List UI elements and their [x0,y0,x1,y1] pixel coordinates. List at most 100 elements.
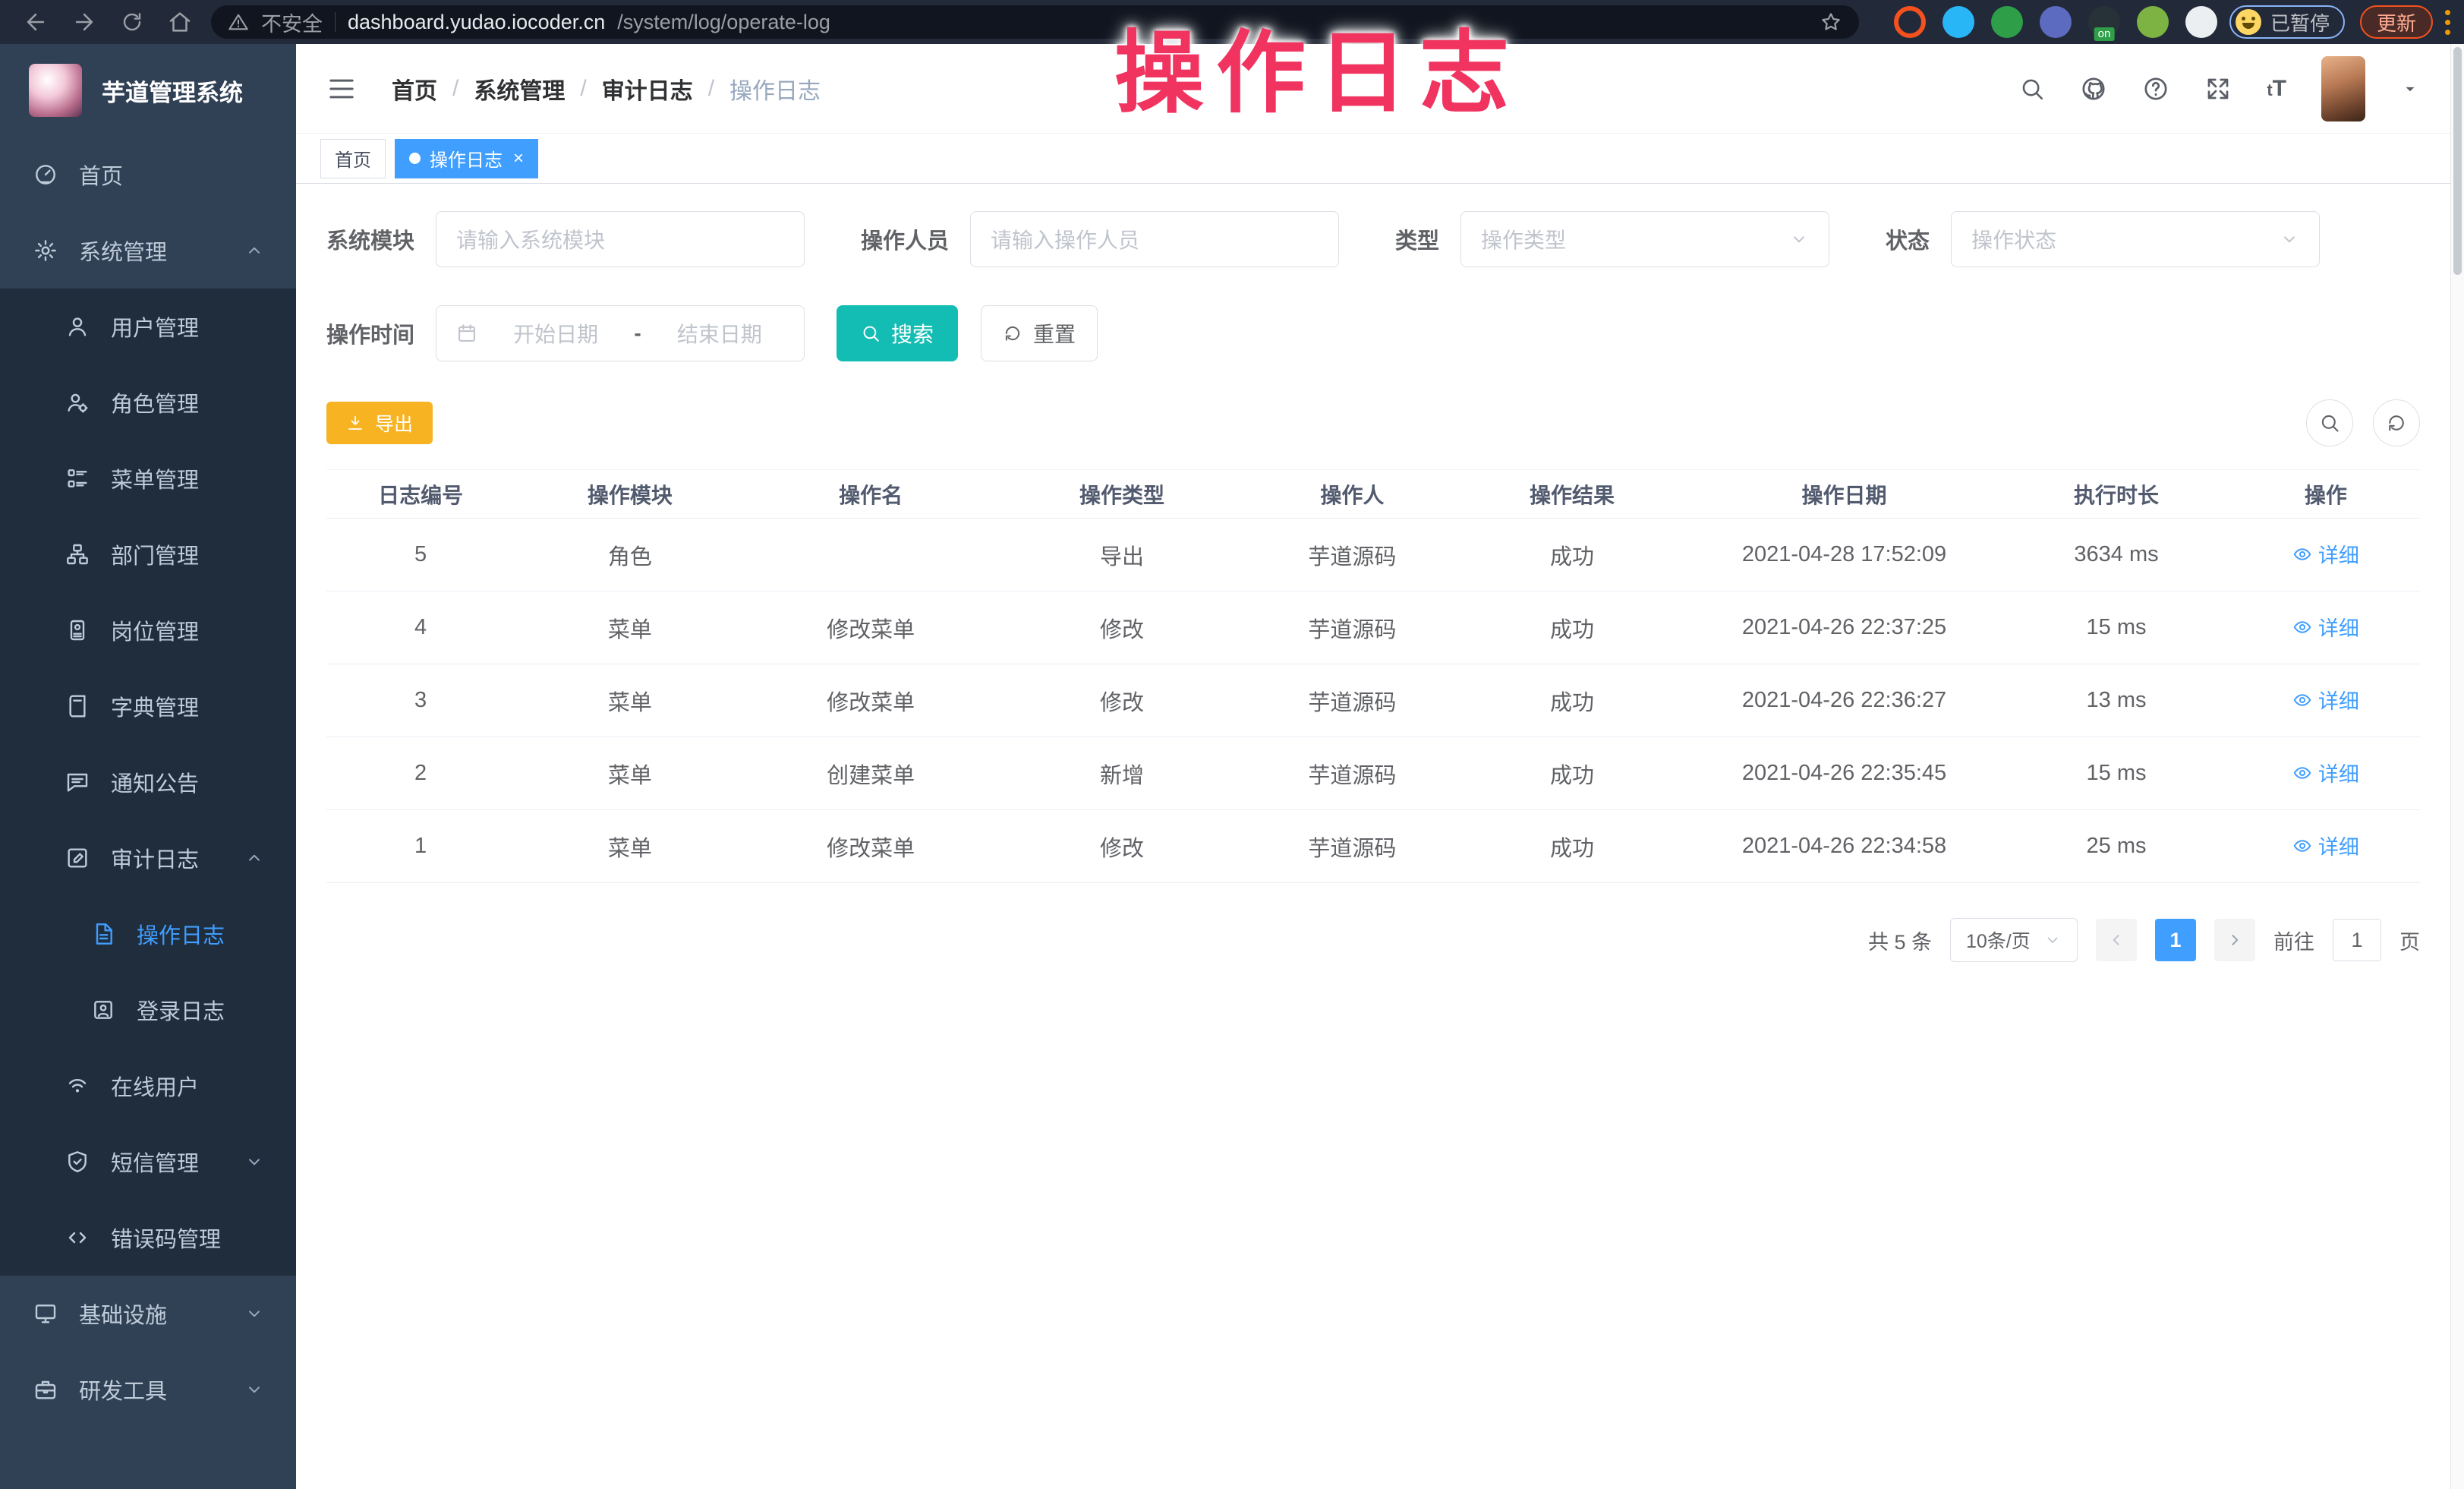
search-button[interactable]: 搜索 [837,305,958,361]
app-logo[interactable]: 芋道管理系统 [0,44,296,137]
search-icon [861,323,881,343]
close-icon[interactable]: × [513,148,524,169]
app-title: 芋道管理系统 [102,74,243,108]
extension-icon[interactable] [1943,6,1974,38]
sidebar-item-home[interactable]: 首页 [0,137,296,213]
dashboard-icon [32,162,59,187]
cell-result: 成功 [1457,664,1687,737]
prev-page-button[interactable] [2096,919,2137,961]
cell-operator: 芋道源码 [1248,664,1457,737]
sidebar-item-audit-log[interactable]: 审计日志 [0,820,296,896]
address-bar[interactable]: 不安全 dashboard.yudao.iocoder.cn /system/l… [211,5,1859,39]
cell-id: 3 [326,664,515,737]
goto-page-input[interactable]: 1 [2333,919,2381,961]
start-date-placeholder: 开始日期 [491,318,620,349]
page-scrollbar[interactable] [2450,44,2464,1489]
dict-icon [64,694,91,718]
help-icon[interactable] [2142,75,2169,103]
chevron-down-icon [2280,229,2299,249]
module-input[interactable]: 请输入系统模块 [436,211,805,267]
download-icon [346,414,364,432]
sidebar-item-login-log[interactable]: 登录日志 [0,972,296,1048]
detail-link[interactable]: 详细 [2292,831,2359,860]
toggle-search-button[interactable] [2306,399,2353,446]
sidebar-item-errcode-mgmt[interactable]: 错误码管理 [0,1200,296,1276]
cell-action: 详细 [2232,737,2420,810]
browser-back-icon[interactable] [23,9,49,35]
sidebar-item-dict-mgmt[interactable]: 字典管理 [0,668,296,744]
reset-button[interactable]: 重置 [981,305,1098,361]
browser-update-button[interactable]: 更新 [2360,5,2433,39]
extension-icon[interactable] [2185,6,2217,38]
sidebar-item-dept-mgmt[interactable]: 部门管理 [0,516,296,592]
post-icon [64,618,91,642]
paused-extension-pill[interactable]: 已暂停 [2229,5,2345,39]
github-icon[interactable] [2080,75,2107,103]
page-number-button[interactable]: 1 [2155,919,2196,961]
sidebar-item-system-mgmt[interactable]: 系统管理 [0,213,296,289]
cell-result: 成功 [1457,591,1687,664]
errcode-icon [64,1226,91,1250]
browser-menu-icon[interactable] [2445,10,2450,35]
detail-link[interactable]: 详细 [2292,758,2359,787]
cell-action: 详细 [2232,591,2420,664]
operator-input[interactable]: 请输入操作人员 [970,211,1339,267]
sidebar-item-infrastructure[interactable]: 基础设施 [0,1276,296,1352]
bookmark-star-icon[interactable] [1820,11,1842,33]
sidebar-item-operate-log[interactable]: 操作日志 [0,896,296,972]
sidebar-item-post-mgmt[interactable]: 岗位管理 [0,592,296,668]
extension-icon[interactable] [1894,6,1926,38]
detail-link[interactable]: 详细 [2292,612,2359,642]
refresh-icon [1003,323,1022,343]
export-button[interactable]: 导出 [326,402,433,444]
tab-首页[interactable]: 首页 [320,139,386,178]
cell-duration: 13 ms [2001,664,2231,737]
pagination: 共 5 条 10条/页 1 前往 1 页 [326,918,2420,962]
extension-icon[interactable] [2040,6,2072,38]
sidebar-item-sms-mgmt[interactable]: 短信管理 [0,1124,296,1200]
cell-type: 新增 [997,737,1248,810]
type-select[interactable]: 操作类型 [1460,211,1829,267]
eye-icon [2292,763,2312,783]
breadcrumb-separator: / [452,76,458,102]
caret-down-icon[interactable] [2400,79,2420,99]
sidebar-item-menu-mgmt[interactable]: 菜单管理 [0,440,296,516]
breadcrumb-item[interactable]: 审计日志 [602,72,693,106]
browser-reload-icon[interactable] [120,10,144,34]
avatar[interactable] [2321,56,2365,121]
breadcrumb-item[interactable]: 首页 [392,72,437,106]
browser-forward-icon[interactable] [71,9,97,35]
font-size-icon[interactable]: tT [2267,76,2286,102]
status-select[interactable]: 操作状态 [1951,211,2320,267]
sidebar-item-label: 字典管理 [111,690,199,722]
scrollbar-thumb[interactable] [2453,47,2462,275]
sidebar-item-online-users[interactable]: 在线用户 [0,1048,296,1124]
detail-link[interactable]: 详细 [2292,539,2359,569]
extension-icon[interactable] [1991,6,2023,38]
cell-date: 2021-04-26 22:35:45 [1687,737,2002,810]
page-size-select[interactable]: 10条/页 [1950,918,2078,962]
cell-duration: 15 ms [2001,591,2231,664]
cell-type: 修改 [997,810,1248,883]
column-header: 日志编号 [326,470,515,519]
column-header: 操作日期 [1687,470,2002,519]
fullscreen-icon[interactable] [2204,75,2232,103]
cell-id: 5 [326,519,515,591]
refresh-table-button[interactable] [2373,399,2420,446]
sidebar-item-notice[interactable]: 通知公告 [0,744,296,820]
sidebar-toggle-icon[interactable] [326,74,357,104]
cell-name [745,519,997,591]
sidebar-item-dev-tools[interactable]: 研发工具 [0,1352,296,1427]
type-label: 类型 [1395,223,1439,255]
detail-link[interactable]: 详细 [2292,685,2359,715]
sidebar-item-user-mgmt[interactable]: 用户管理 [0,289,296,364]
date-range-input[interactable]: 开始日期 - 结束日期 [436,305,805,361]
tab-操作日志[interactable]: 操作日志× [395,139,538,178]
breadcrumb-item[interactable]: 系统管理 [474,72,565,106]
next-page-button[interactable] [2214,919,2255,961]
extension-icon[interactable]: on [2088,6,2120,38]
search-icon[interactable] [2019,76,2045,102]
sidebar-item-role-mgmt[interactable]: 角色管理 [0,364,296,440]
browser-home-icon[interactable] [167,9,193,35]
extension-icon[interactable] [2137,6,2169,38]
